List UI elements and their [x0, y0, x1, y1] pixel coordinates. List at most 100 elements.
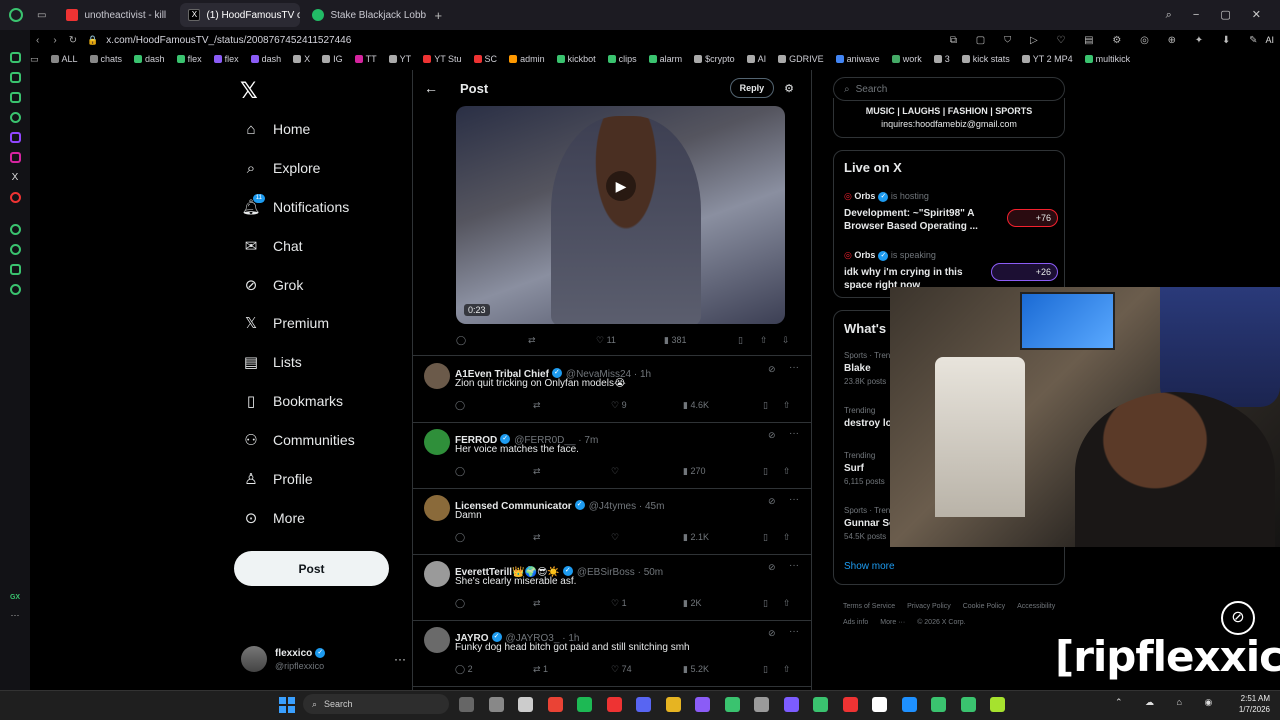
retweet-icon[interactable]: ⇄ [528, 335, 596, 346]
live-item[interactable]: ◎ Orbs ✓ is hosting Development: ~"Spirit… [844, 191, 1058, 233]
sidebar-app-icon[interactable] [9, 224, 21, 235]
nav-grok[interactable]: ⊘ Grok [243, 270, 403, 300]
bookmark-icon[interactable]: ▯ [763, 664, 783, 675]
avatar[interactable] [424, 363, 450, 389]
sidebar-app-icon[interactable] [9, 72, 21, 83]
views-count[interactable]: ▮ 4.6K [683, 400, 763, 411]
nav-explore[interactable]: ⌕ Explore [243, 153, 403, 183]
more-icon[interactable]: ··· [789, 560, 799, 571]
tweet-time[interactable]: 45m [645, 501, 664, 512]
video-player[interactable]: ▶ 0:23 [456, 106, 785, 324]
forward-icon[interactable]: › [53, 35, 56, 46]
like-button[interactable]: ♡ [611, 532, 683, 543]
taskbar-app-icon[interactable] [783, 697, 799, 712]
bookmark-item[interactable]: AI [746, 54, 766, 64]
reply-button[interactable]: ◯ [455, 400, 533, 411]
grok-icon[interactable]: ⊘ [768, 496, 776, 507]
tweet-time[interactable]: 50m [644, 567, 663, 578]
taskbar-app-icon[interactable] [488, 697, 504, 712]
footer-link[interactable]: Privacy Policy [907, 599, 951, 615]
views-count[interactable]: ▮ 5.2K [683, 664, 763, 675]
tab-search-icon[interactable]: ▭ [37, 10, 46, 21]
grok-icon[interactable]: ⊘ [768, 430, 776, 441]
download-icon[interactable]: ⇩ [782, 335, 790, 346]
share-icon[interactable]: ⇧ [783, 598, 791, 609]
taskbar-app-icon[interactable] [636, 697, 651, 712]
nav-home[interactable]: ⌂ Home [243, 114, 403, 144]
taskbar-app-icon[interactable] [606, 697, 622, 712]
bookmark-item[interactable]: chats [89, 54, 122, 64]
show-more-link[interactable]: Show more [844, 561, 895, 572]
bookmark-item[interactable]: alarm [648, 54, 682, 64]
tab-unotheactivist[interactable]: unotheactivist - kill [58, 3, 176, 27]
bookmark-icon[interactable]: ▯ [763, 466, 783, 477]
bookmark-item[interactable]: SC [473, 54, 497, 64]
author-handle[interactable]: @J4tymes [589, 501, 636, 512]
share-icon[interactable]: ⇧ [783, 664, 791, 675]
avatar[interactable] [424, 627, 450, 653]
taskbar-app-icon[interactable] [724, 697, 740, 712]
views-count[interactable]: ▮ 381 [664, 335, 738, 346]
taskbar-search[interactable]: ⌕ Search [303, 694, 449, 714]
taskbar-app-icon[interactable] [872, 697, 887, 712]
taskbar-app-icon[interactable] [754, 697, 769, 712]
taskbar-app-icon[interactable] [577, 697, 592, 712]
bookmark-icon[interactable]: ▯ [763, 532, 783, 543]
taskbar-app-icon[interactable] [842, 697, 858, 712]
taskbar-app-icon[interactable] [518, 697, 533, 712]
reply-tweet[interactable]: Licensed Communicator ✓ @J4tymes · 45m ⊘ ···… [412, 489, 812, 555]
bookmark-item[interactable]: GDRIVE [778, 54, 824, 64]
footer-link[interactable]: Accessibility [1017, 599, 1055, 615]
url-field[interactable]: x.com/HoodFamousTV_/status/2008767452411… [106, 35, 351, 46]
back-arrow-icon[interactable]: ← [424, 80, 438, 96]
bookmark-item[interactable]: IG [322, 54, 343, 64]
taskbar-app-icon[interactable] [813, 697, 828, 712]
tweet-time[interactable]: 1h [640, 369, 651, 380]
search-input[interactable]: Search [856, 84, 888, 95]
nav-profile[interactable]: ♙ Profile [243, 464, 403, 494]
bookmark-item[interactable]: flex [213, 54, 239, 64]
more-icon[interactable]: ··· [789, 428, 799, 439]
new-tab-button[interactable]: + [434, 8, 442, 23]
sidebar-app-icon[interactable] [9, 92, 21, 103]
bookmark-item[interactable]: work [891, 54, 922, 64]
bookmark-icon[interactable]: ▯ [763, 598, 783, 609]
bookmark-item[interactable]: clips [607, 54, 637, 64]
share-icon[interactable]: ⇧ [783, 466, 791, 477]
footer-link[interactable]: © 2026 X Corp. [917, 615, 965, 631]
share-icon[interactable]: ⇧ [760, 335, 782, 346]
live-item[interactable]: ◎ Orbs ✓ is speaking idk why i'm crying i… [844, 250, 1058, 292]
grok-icon[interactable]: ⊘ [768, 562, 776, 573]
more-icon[interactable]: ··· [789, 494, 799, 505]
taskbar-app-icon[interactable] [459, 697, 474, 712]
taskbar-app-icon[interactable] [695, 697, 710, 712]
opera-logo-icon[interactable] [9, 8, 23, 22]
reply-tweet[interactable]: EverettTerill👑🌍😎☀️ ✓ @EBSirBoss · 50m ⊘ ··· S… [412, 555, 812, 621]
retweet-button[interactable]: ⇄ [533, 466, 611, 477]
footer-link[interactable]: More ··· [880, 615, 905, 631]
back-icon[interactable]: ‹ [36, 35, 39, 46]
reply-tweet[interactable]: A1Even Tribal Chief ✓ @NevaMiss24 · 1h ⊘ ···… [412, 357, 812, 423]
retweet-button[interactable]: ⇄ [533, 598, 611, 609]
more-icon[interactable]: ··· [789, 362, 799, 373]
taskbar-app-icon[interactable] [547, 697, 563, 712]
x-sidebar-icon[interactable]: X [12, 172, 19, 183]
nav-lists[interactable]: ▤ Lists [243, 347, 403, 377]
reply-button[interactable]: ◯ [455, 598, 533, 609]
avatar[interactable] [424, 561, 450, 587]
share-icon[interactable]: ⇧ [783, 400, 791, 411]
nav-communities[interactable]: ⚇ Communities [243, 425, 403, 455]
tab-hoodfamous[interactable]: X (1) HoodFamousTV on X [180, 3, 301, 27]
youtube-sidebar-icon[interactable] [9, 192, 21, 203]
bookmark-item[interactable]: YT Stu [423, 54, 462, 64]
bookmark-item[interactable]: flex [176, 54, 202, 64]
avatar[interactable] [424, 495, 450, 521]
settings-icon[interactable] [9, 284, 21, 295]
reply-button[interactable]: Reply [729, 78, 775, 98]
bookmark-item[interactable]: multikick [1084, 54, 1130, 64]
reply-button[interactable]: ◯ [455, 466, 533, 477]
grok-icon[interactable]: ⊘ [768, 364, 776, 375]
bookmark-item[interactable]: ALL [50, 54, 78, 64]
bookmark-item[interactable]: TT [354, 54, 377, 64]
tweet-time[interactable]: 7m [584, 435, 598, 446]
